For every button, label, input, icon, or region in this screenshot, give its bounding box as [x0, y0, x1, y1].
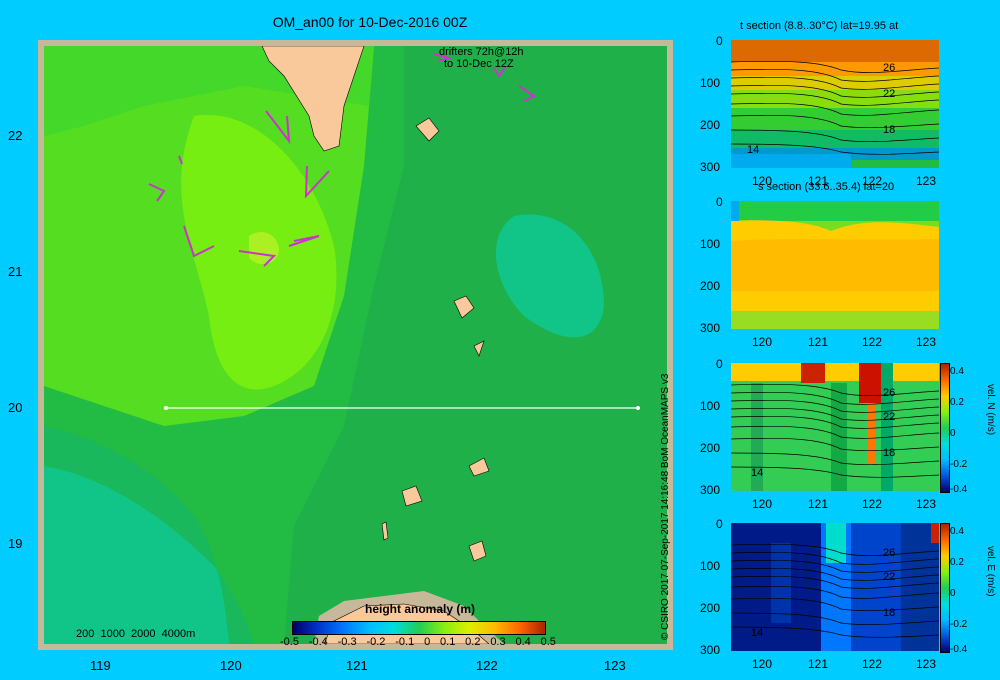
s-ytick-100: 100 — [700, 237, 721, 251]
lon-tick-119: 119 — [90, 658, 111, 673]
t-ytick-300: 300 — [700, 160, 721, 174]
s-xtick-121: 121 — [808, 335, 829, 349]
t-contour-label-14: 14 — [747, 144, 760, 156]
veln-ytick-100: 100 — [700, 399, 721, 413]
cbar-tick: -0.2 — [366, 636, 386, 648]
veln-ytick-0: 0 — [716, 357, 723, 371]
vele-contour-label-22: 22 — [883, 571, 896, 583]
veln-contour-label-18: 18 — [883, 447, 896, 459]
s-section-panel[interactable] — [731, 201, 939, 329]
vele-contour-label-18: 18 — [883, 607, 896, 619]
t-section-panel[interactable]: 26 22 18 14 — [731, 40, 939, 168]
t-xtick-123: 123 — [916, 174, 937, 188]
vele-xtick-122: 122 — [862, 657, 883, 671]
cbar-tick: 0.3 — [490, 636, 506, 648]
vele-cbar-label: vel. E (m/s) — [985, 546, 996, 597]
vele-ytick-0: 0 — [716, 517, 723, 531]
lon-tick-120: 120 — [220, 658, 242, 673]
veln-ytick-200: 200 — [700, 441, 721, 455]
veln-xtick-121: 121 — [808, 497, 829, 511]
t-contour-label-26: 26 — [883, 62, 896, 74]
map-svg — [44, 46, 667, 644]
t-contour-label-22: 22 — [883, 88, 896, 100]
veln-section-panel[interactable]: 26 22 18 14 — [731, 363, 939, 491]
vele-ytick-200: 200 — [700, 601, 721, 615]
veln-xtick-123: 123 — [916, 497, 937, 511]
lat-tick-22: 22 — [8, 128, 23, 143]
s-xtick-120: 120 — [752, 335, 773, 349]
s-xtick-123: 123 — [916, 335, 937, 349]
credit-text: © CSIRO 2017 07-Sep-2017 14:16:48 BoM Oc… — [660, 373, 671, 640]
t-ytick-0: 0 — [716, 34, 723, 48]
lat-tick-21: 21 — [8, 264, 23, 279]
s-ytick-200: 200 — [700, 279, 721, 293]
veln-xtick-120: 120 — [752, 497, 773, 511]
veln-ytick-300: 300 — [700, 483, 721, 497]
cbar-tick: 0.1 — [440, 636, 456, 648]
section-start-point — [164, 406, 168, 410]
veln-contour-label-22: 22 — [883, 411, 896, 423]
vele-cbar-tick: -0.2 — [950, 619, 968, 630]
cbar-tick: 0 — [424, 636, 431, 648]
drifters-note-line1: drifters 72h@12h — [439, 46, 524, 58]
veln-cbar-label: vel. N (m/s) — [985, 384, 996, 436]
vele-contour-label-14: 14 — [751, 627, 764, 639]
lon-tick-121: 121 — [346, 658, 368, 673]
cbar-tick: 0.2 — [465, 636, 481, 648]
s-ytick-0: 0 — [716, 195, 723, 209]
vele-xtick-123: 123 — [916, 657, 937, 671]
lon-tick-123: 123 — [604, 658, 626, 673]
veln-cbar-tick: -0.4 — [950, 484, 968, 495]
height-anomaly-map[interactable]: drifters 72h@12h to 10-Dec 12Z 200 1000 … — [44, 46, 667, 644]
t-contour-label-18: 18 — [883, 124, 896, 136]
vele-contour-label-26: 26 — [883, 547, 896, 559]
vele-xtick-120: 120 — [752, 657, 773, 671]
veln-contour-label-14: 14 — [751, 467, 764, 479]
colorbar-label: height anomaly (m) — [364, 602, 475, 616]
lat-tick-19: 19 — [8, 536, 23, 551]
vele-xtick-121: 121 — [808, 657, 829, 671]
vele-colorbar — [940, 523, 950, 653]
cbar-tick: 0.5 — [540, 636, 556, 648]
colorbar-ticks: -0.5 -0.4 -0.3 -0.2 -0.1 0 0.1 0.2 0.3 0… — [280, 636, 556, 648]
veln-cbar-tick: 0.2 — [950, 397, 964, 408]
cbar-tick: -0.5 — [280, 636, 299, 648]
s-ytick-300: 300 — [700, 321, 721, 335]
t-section-title: t section (8.8..30°C) lat=19.95 at — [740, 20, 899, 32]
t-ytick-100: 100 — [700, 76, 721, 90]
cbar-tick: -0.1 — [395, 636, 415, 648]
t-ytick-200: 200 — [700, 118, 721, 132]
t-section-svg — [731, 40, 939, 168]
lon-tick-122: 122 — [476, 658, 498, 673]
vele-section-panel[interactable]: 26 22 18 14 — [731, 523, 939, 651]
s-section-title: s section (33.6..35.4) lat=20 — [758, 181, 895, 193]
vele-cbar-tick: 0.4 — [950, 526, 964, 537]
vele-cbar-tick: 0.2 — [950, 557, 964, 568]
lat-tick-20: 20 — [8, 400, 23, 415]
cbar-tick: -0.3 — [337, 636, 357, 648]
vele-cbar-tick: -0.4 — [950, 644, 968, 655]
veln-colorbar — [940, 363, 950, 493]
depth-legend: 200 1000 2000 4000m — [76, 628, 196, 640]
veln-cbar-tick: 0.4 — [950, 366, 964, 377]
cbar-tick: -0.4 — [308, 636, 328, 648]
height-anomaly-colorbar — [292, 621, 546, 635]
s-xtick-122: 122 — [862, 335, 883, 349]
veln-contour-label-26: 26 — [883, 387, 896, 399]
cbar-tick: 0.4 — [515, 636, 531, 648]
veln-cbar-tick: 0 — [950, 428, 956, 439]
section-end-point — [636, 406, 640, 410]
drifters-note-line2: to 10-Dec 12Z — [444, 58, 514, 70]
veln-cbar-tick: -0.2 — [950, 459, 968, 470]
vele-cbar-tick: 0 — [950, 588, 956, 599]
veln-xtick-122: 122 — [862, 497, 883, 511]
vele-ytick-300: 300 — [700, 643, 721, 657]
map-title: OM_an00 for 10-Dec-2016 00Z — [272, 14, 468, 30]
vele-ytick-100: 100 — [700, 559, 721, 573]
s-section-svg — [731, 201, 939, 329]
